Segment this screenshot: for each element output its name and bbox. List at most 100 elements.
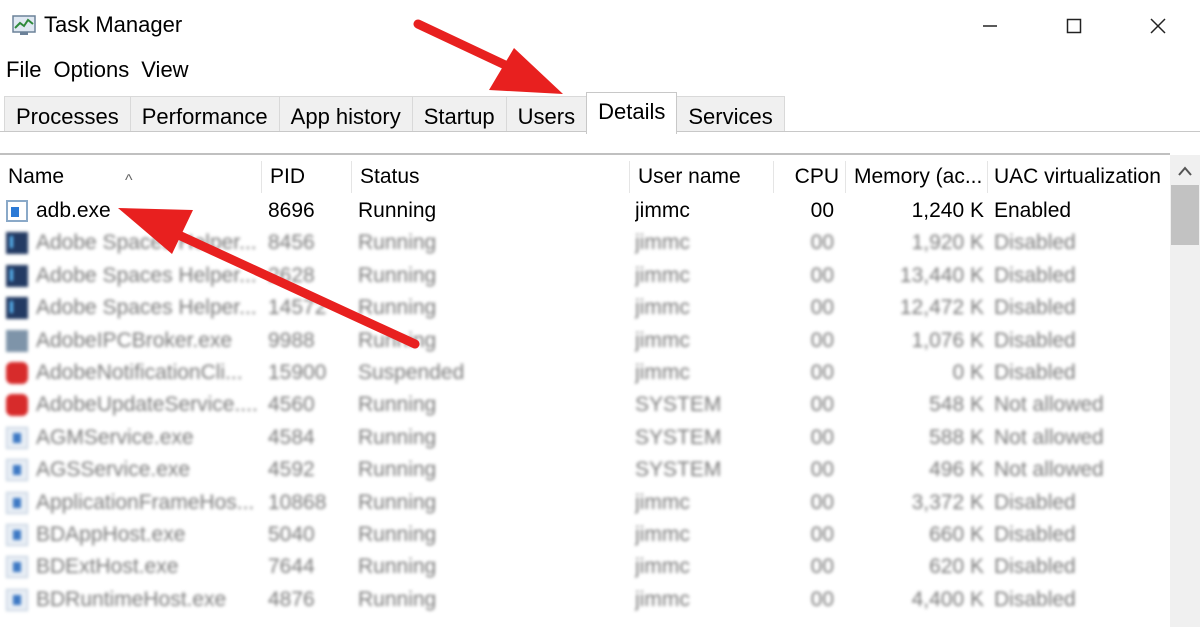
cell-status: Running	[358, 231, 437, 255]
table-row[interactable]: AdobeUpdateService.... 4560 Running SYSTEM 0…	[0, 389, 1170, 421]
maximize-icon	[1066, 18, 1082, 34]
cell-memory: 3,372 K	[911, 490, 984, 514]
menu-view[interactable]: View	[135, 56, 194, 84]
cell-status: Suspended	[358, 361, 465, 384]
photoshop-icon	[6, 297, 28, 320]
cell-cpu: 00	[810, 393, 834, 417]
table-row[interactable]: BDExtHost.exe 7644 Running jimmc 00 620 K Disa…	[0, 551, 1170, 583]
column-header-pid[interactable]: PID	[262, 161, 352, 193]
cell-uac: Disabled	[994, 555, 1076, 579]
cell-user: jimmc	[635, 263, 690, 287]
tab-app-history[interactable]: App history	[278, 96, 413, 132]
table-row[interactable]: Adobe Spaces Helper... 2628 Running jimmc 00…	[0, 260, 1170, 292]
cell-cpu: 00	[810, 555, 834, 579]
column-header-user-name[interactable]: User name	[630, 161, 774, 193]
cell-status: Running	[358, 328, 437, 352]
table-row[interactable]: BDRuntimeHost.exe 4876 Running jimmc 00 4,400…	[0, 584, 1170, 616]
cell-uac: Disabled	[994, 587, 1076, 611]
cell-name: AdobeUpdateService....	[36, 393, 258, 417]
cell-uac: Disabled	[994, 231, 1076, 255]
cell-name: Adobe Spaces Helper...	[36, 296, 257, 320]
cell-name: AdobeNotificationCli...	[36, 361, 243, 384]
cell-pid: 5040	[268, 523, 315, 546]
table-row[interactable]: AdobeIPCBroker.exe 9988 Running jimmc 00 1,07…	[0, 325, 1170, 357]
cell-user: SYSTEM	[635, 458, 722, 482]
table-row[interactable]: Adobe Spaces Helper... 14572 Running jimmc 0…	[0, 292, 1170, 324]
cell-pid: 9988	[268, 328, 315, 352]
title-bar: Task Manager	[0, 0, 1200, 52]
tab-services[interactable]: Services	[676, 96, 785, 132]
scroll-up-button[interactable]	[1170, 155, 1200, 187]
cell-uac: Enabled	[994, 199, 1072, 222]
cell-user: jimmc	[635, 490, 690, 514]
column-header-status[interactable]: Status	[352, 161, 630, 193]
cell-memory: 620 K	[929, 555, 984, 579]
close-button[interactable]	[1118, 6, 1198, 46]
tab-details[interactable]: Details	[586, 92, 678, 134]
tab-strip: Processes Performance App history Startu…	[4, 92, 785, 134]
table-row[interactable]: AGMService.exe 4584 Running SYSTEM 00 588 K No…	[0, 422, 1170, 454]
table-row[interactable]: AGSService.exe 4592 Running SYSTEM 00 496 K No…	[0, 454, 1170, 486]
column-header-cpu[interactable]: CPU	[774, 161, 846, 193]
cell-uac: Disabled	[994, 328, 1076, 352]
cell-user: jimmc	[635, 587, 690, 611]
service-icon	[6, 556, 28, 579]
tab-startup[interactable]: Startup	[411, 96, 507, 132]
cell-status: Running	[358, 263, 437, 287]
column-header-memory[interactable]: Memory (ac...	[846, 161, 988, 193]
cell-user: jimmc	[635, 555, 690, 579]
table-row[interactable]: BDAppHost.exe 5040 Running jimmc 00 660 K Disa…	[0, 519, 1170, 551]
table-row[interactable]: adb.exe 8696 Running jimmc 00 1,240 K Enabled	[0, 195, 1170, 227]
cell-memory: 0 K	[952, 361, 984, 384]
cell-memory: 1,076 K	[911, 328, 984, 352]
column-header-name[interactable]: Name ^	[0, 161, 262, 193]
menu-file[interactable]: File	[0, 56, 47, 84]
cell-cpu: 00	[810, 199, 834, 222]
cell-cpu: 00	[810, 587, 834, 611]
tab-performance[interactable]: Performance	[129, 96, 280, 132]
photoshop-icon	[6, 264, 28, 287]
cell-name: Adobe Spaces Helper...	[36, 263, 257, 287]
scrollbar-thumb[interactable]	[1171, 185, 1199, 245]
cell-cpu: 00	[810, 490, 834, 514]
cell-cpu: 00	[810, 296, 834, 320]
table-row[interactable]: Adobe Spaces Helper... 8456 Running jimmc 00…	[0, 227, 1170, 259]
column-header-uac-virtualization[interactable]: UAC virtualization	[988, 161, 1170, 193]
chevron-up-icon	[1178, 166, 1192, 176]
cell-uac: Disabled	[994, 263, 1076, 287]
cell-pid: 4876	[268, 587, 315, 611]
cell-pid: 4560	[268, 393, 315, 417]
menu-options[interactable]: Options	[47, 56, 135, 84]
service-icon	[6, 426, 28, 449]
cell-status: Running	[358, 393, 437, 417]
task-manager-icon	[12, 15, 36, 35]
cell-pid: 2628	[268, 263, 315, 287]
cell-name: BDExtHost.exe	[36, 555, 179, 579]
table-row[interactable]: AdobeNotificationCli... 15900 Suspended jim…	[0, 357, 1170, 389]
cell-user: jimmc	[635, 361, 690, 384]
cell-cpu: 00	[810, 523, 834, 546]
service-icon	[6, 459, 28, 482]
cell-pid: 15900	[268, 361, 327, 384]
window-title: Task Manager	[44, 12, 183, 37]
cell-user: jimmc	[635, 523, 690, 546]
cell-cpu: 00	[810, 425, 834, 449]
cell-name: AdobeIPCBroker.exe	[36, 328, 233, 352]
adobe-cc-icon	[6, 362, 28, 384]
cell-uac: Disabled	[994, 490, 1076, 514]
cell-cpu: 00	[810, 231, 834, 255]
table-row[interactable]: ApplicationFrameHos... 10868 Running jimmc 0…	[0, 487, 1170, 519]
vertical-scrollbar[interactable]	[1170, 155, 1200, 627]
table-header: Name ^ PID Status User name CPU Memory (…	[0, 161, 1170, 193]
tab-users[interactable]: Users	[505, 96, 588, 132]
cell-status: Running	[358, 296, 437, 320]
cell-memory: 1,920 K	[911, 231, 984, 255]
minimize-button[interactable]	[950, 6, 1030, 46]
cell-memory: 12,472 K	[899, 296, 984, 320]
tab-processes[interactable]: Processes	[4, 96, 131, 132]
exe-icon	[6, 200, 28, 222]
cell-name: adb.exe	[36, 199, 111, 222]
cell-name: AGSService.exe	[36, 458, 191, 482]
maximize-button[interactable]	[1034, 6, 1114, 46]
cell-status: Running	[358, 199, 437, 222]
